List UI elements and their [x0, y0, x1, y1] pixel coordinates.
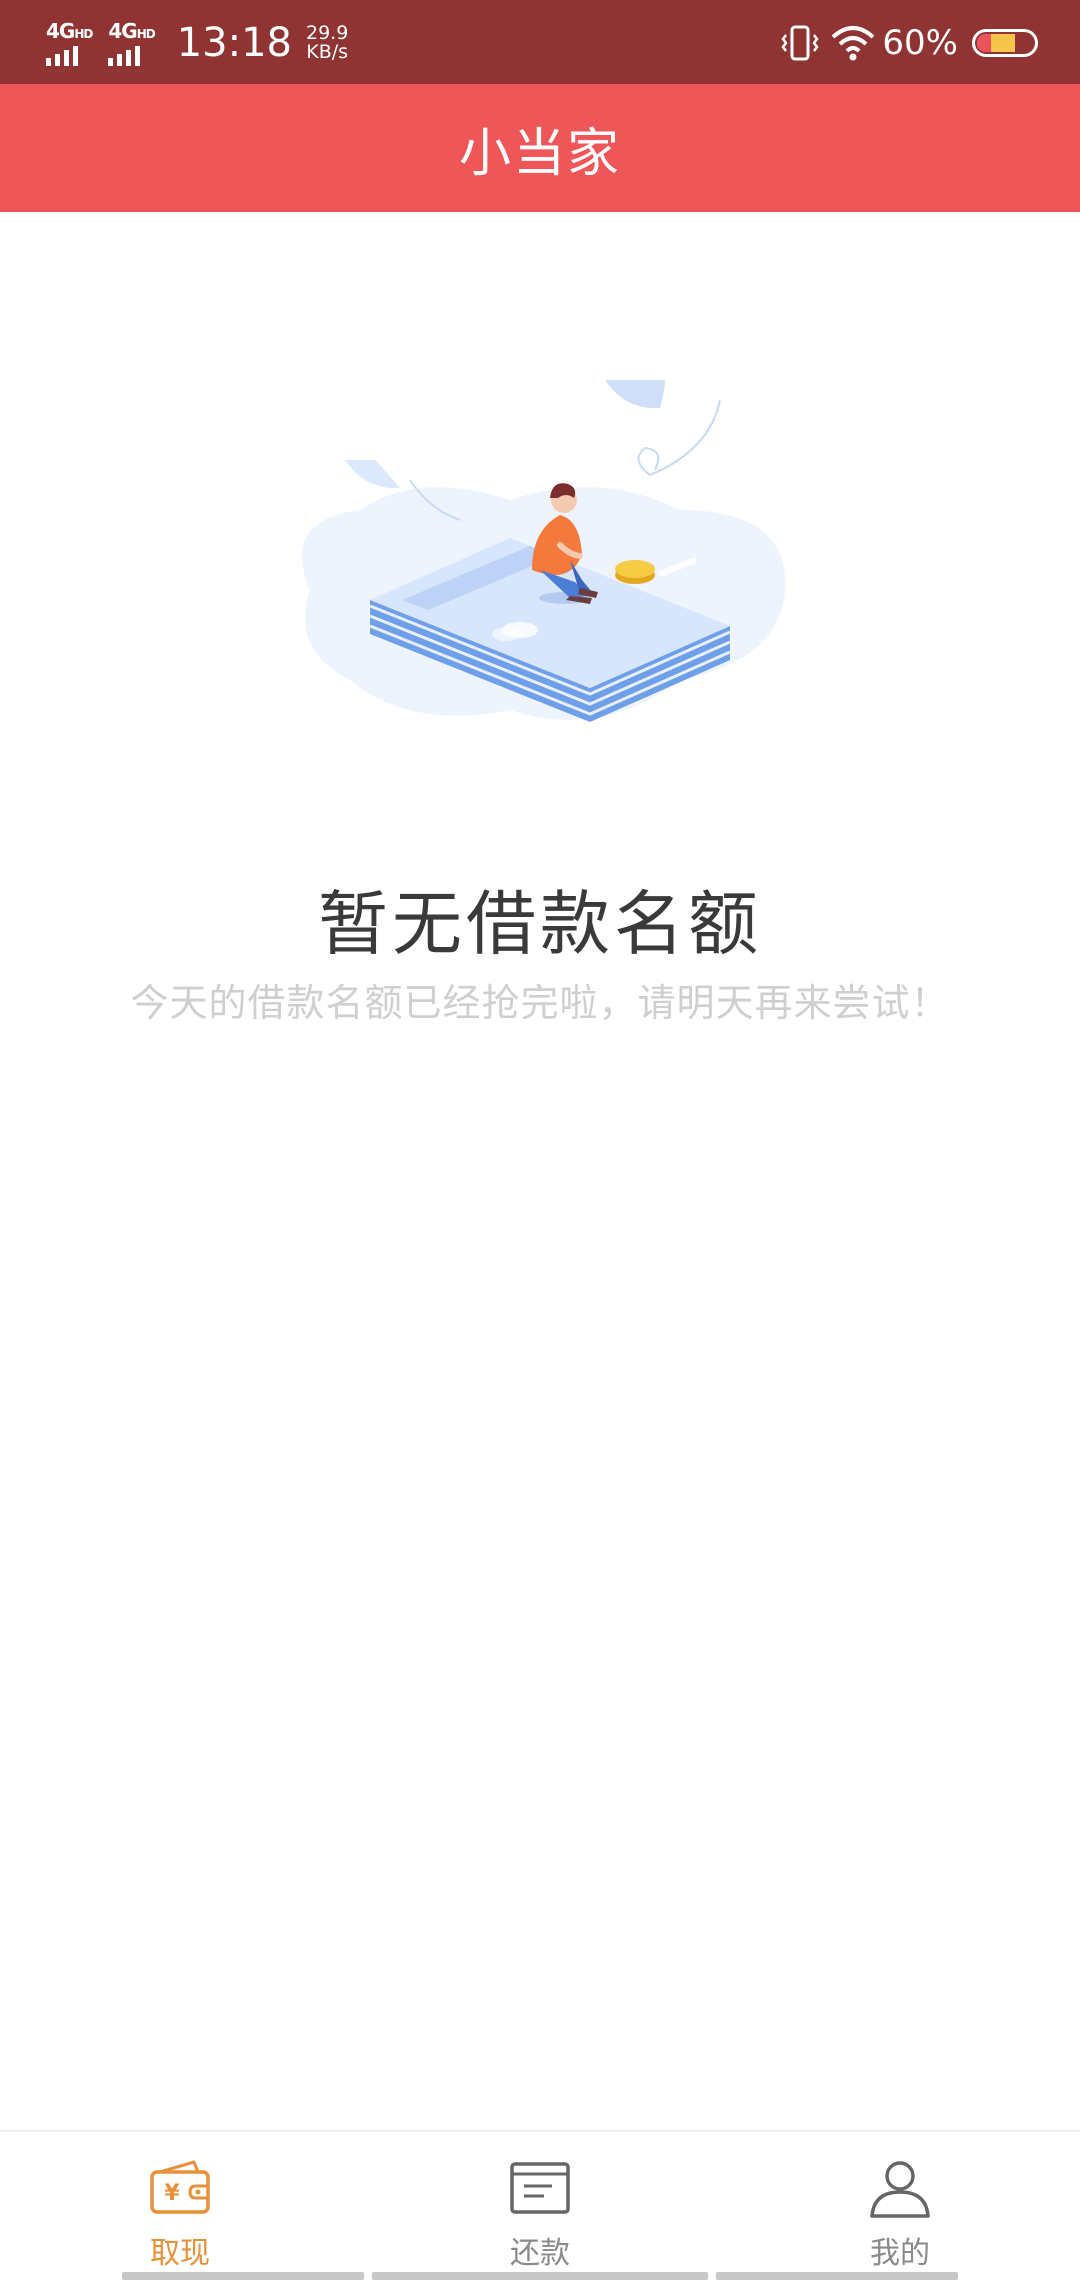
status-left: 4GHD 4GHD 13:18 29.9 KB/s	[46, 16, 348, 70]
wallet-yen-icon: ¥	[150, 2160, 210, 2214]
bill-icon	[510, 2162, 570, 2214]
signal-icon-sim1: 4GHD	[46, 21, 93, 66]
bottom-tab-bar: ¥ 取现 还款 我的	[0, 2130, 1080, 2282]
tab-repay[interactable]: 还款	[420, 2132, 660, 2282]
page-title: 小当家	[458, 123, 621, 184]
empty-state-title: 暂无借款名额	[318, 883, 762, 965]
status-time: 13:18	[176, 20, 292, 66]
vibrate-icon	[781, 25, 819, 61]
battery-icon	[972, 29, 1038, 57]
status-right: 60%	[780, 18, 1038, 68]
nav-indicator-right	[716, 2272, 958, 2280]
battery-percent: 60%	[882, 23, 958, 63]
tab-withdraw-label: 取现	[150, 2236, 210, 2271]
tab-repay-label: 还款	[510, 2236, 570, 2271]
person-icon	[870, 2161, 930, 2218]
app-header: 小当家	[0, 84, 1080, 212]
tab-mine[interactable]: 我的	[780, 2132, 1020, 2282]
signal-icon-sim2: 4GHD	[108, 21, 156, 66]
status-bar: 4GHD 4GHD 13:18 29.9 KB/s 60%	[0, 0, 1080, 84]
nav-indicator-center	[372, 2272, 708, 2280]
tab-mine-label: 我的	[870, 2236, 930, 2271]
empty-state-subtitle: 今天的借款名额已经抢完啦，请明天再来尝试！	[130, 981, 950, 1025]
wifi-icon	[832, 26, 875, 61]
tab-withdraw[interactable]: ¥ 取现	[60, 2132, 300, 2282]
empty-state-illustration	[301, 380, 786, 722]
nav-indicator-left	[122, 2272, 364, 2280]
svg-text:¥: ¥	[164, 2181, 180, 2206]
network-speed: 29.9 KB/s	[306, 22, 349, 63]
